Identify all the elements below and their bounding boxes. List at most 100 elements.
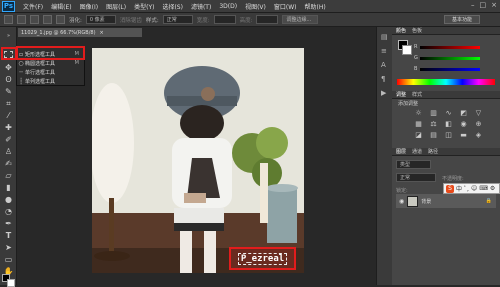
adjustment-icons: ☼ ▥ ∿ ◩ ▽ ▦ ⚖ ◧ ◉ ⊕ ◪ ▤ ◫ ▬ ◈	[414, 109, 484, 139]
toolbar-collapse-icon[interactable]: »	[3, 31, 14, 41]
layer-name: 背景	[421, 198, 432, 205]
feather-label: 羽化:	[69, 17, 82, 24]
hue-saturation-icon[interactable]: ▦	[414, 120, 423, 128]
gradient-map-icon[interactable]: ▬	[459, 131, 468, 139]
menu-view[interactable]: 视图(V)	[241, 2, 270, 11]
menu-filter[interactable]: 滤镜(T)	[187, 2, 215, 11]
dodge-tool-icon[interactable]: ◔	[3, 207, 14, 217]
threshold-icon[interactable]: ◫	[444, 131, 453, 139]
ime-toolbar[interactable]: S 中 ﾟ, ☺ ⌨ ⚙	[443, 183, 500, 194]
lasso-tool-icon[interactable]: ʘ	[3, 75, 14, 85]
menu-window[interactable]: 窗口(W)	[270, 2, 301, 11]
menu-edit[interactable]: 编辑(E)	[47, 2, 75, 11]
quick-selection-tool-icon[interactable]: ✎	[3, 87, 14, 97]
tab-swatches[interactable]: 色板	[412, 27, 422, 34]
menu-type[interactable]: 类型(Y)	[130, 2, 158, 11]
background-swatch[interactable]	[402, 45, 412, 55]
layer-row-background[interactable]: ◉ 背景 🔒	[396, 194, 496, 208]
vibrance-icon[interactable]: ▽	[474, 109, 483, 117]
tab-styles[interactable]: 样式	[412, 91, 422, 98]
history-icon[interactable]: ▤	[381, 33, 389, 41]
adjustments-panel-header: 调整 样式	[392, 91, 500, 99]
type-tool-icon[interactable]: T	[3, 231, 14, 241]
menu-help[interactable]: 帮助(H)	[301, 2, 330, 11]
tab-color[interactable]: 颜色	[396, 27, 406, 34]
close-tab-icon[interactable]: ×	[100, 30, 104, 36]
black-white-icon[interactable]: ◧	[444, 120, 453, 128]
move-tool-icon[interactable]: ✥	[3, 63, 14, 73]
marquee-tool-preset-button[interactable]	[4, 15, 13, 24]
brush-tool-icon[interactable]: ✐	[3, 135, 14, 145]
curves-icon[interactable]: ∿	[444, 109, 453, 117]
maximize-icon[interactable]: □	[480, 1, 487, 9]
gradient-tool-icon[interactable]: ▮	[3, 183, 14, 193]
flyout-item-single-column[interactable]: ┆ 单列选框工具	[17, 76, 84, 86]
width-input[interactable]	[213, 15, 236, 24]
color-balance-icon[interactable]: ⚖	[429, 120, 438, 128]
posterize-icon[interactable]: ▤	[429, 131, 438, 139]
blue-slider[interactable]	[420, 68, 480, 71]
menu-3d[interactable]: 3D(D)	[215, 3, 241, 10]
workspace-select[interactable]: 基本功能	[444, 15, 480, 24]
path-selection-tool-icon[interactable]: ➤	[3, 243, 14, 253]
document-image[interactable]	[92, 48, 304, 273]
new-selection-button[interactable]	[17, 15, 26, 24]
eye-icon[interactable]: ◉	[399, 198, 404, 205]
tab-paths[interactable]: 路径	[428, 148, 438, 155]
ime-mode-label: 中	[456, 186, 463, 193]
tab-adjustments[interactable]: 调整	[396, 91, 406, 98]
paragraph-icon[interactable]: ¶	[381, 75, 389, 83]
crop-tool-icon[interactable]: ⌗	[3, 99, 14, 109]
blend-mode-select[interactable]: 正常	[396, 173, 436, 182]
color-panel-header: 颜色 色板	[392, 27, 500, 35]
lock-icon: 🔒	[485, 198, 492, 204]
healing-brush-tool-icon[interactable]: ✚	[3, 123, 14, 133]
red-slider[interactable]	[420, 46, 480, 49]
height-input[interactable]	[256, 15, 279, 24]
width-label: 宽度:	[196, 17, 210, 24]
ime-punctuation-icon[interactable]: ﾟ,	[464, 184, 469, 193]
eraser-tool-icon[interactable]: ▱	[3, 171, 14, 181]
actions-icon[interactable]: ▶	[381, 89, 389, 97]
style-select[interactable]: 正常	[162, 15, 193, 24]
refine-edge-button[interactable]: 调整边缘...	[282, 15, 319, 24]
intersect-selection-button[interactable]	[56, 15, 65, 24]
subtract-selection-button[interactable]	[43, 15, 52, 24]
properties-icon[interactable]: ≡	[381, 47, 389, 55]
invert-icon[interactable]: ◪	[414, 131, 423, 139]
background-color-swatch[interactable]	[7, 279, 15, 287]
antialias-checkbox[interactable]: 消除锯齿	[120, 16, 142, 24]
watermark: P_ezreal	[229, 247, 296, 270]
ime-emoji-icon[interactable]: ☺	[471, 185, 477, 192]
ime-settings-icon[interactable]: ⚙	[490, 185, 495, 192]
layer-filter-select[interactable]: 类型	[396, 160, 431, 169]
green-slider[interactable]	[420, 57, 480, 60]
document-tab[interactable]: 11029_1.jpg @ 66.7%(RGB/8) ×	[18, 28, 142, 37]
clone-stamp-tool-icon[interactable]: ♙	[3, 147, 14, 157]
menu-file[interactable]: 文件(F)	[19, 2, 47, 11]
exposure-icon[interactable]: ◩	[459, 109, 468, 117]
character-icon[interactable]: A	[381, 61, 389, 69]
brightness-icon[interactable]: ☼	[414, 109, 423, 117]
add-selection-button[interactable]	[30, 15, 39, 24]
eyedropper-tool-icon[interactable]: ⁄	[3, 111, 14, 121]
history-brush-tool-icon[interactable]: ✍	[3, 159, 14, 169]
panel-icon-strip: ▤ ≡ A ¶ ▶	[376, 27, 392, 285]
color-spectrum[interactable]	[397, 79, 495, 85]
minimize-icon[interactable]: –	[471, 1, 475, 9]
menu-select[interactable]: 选择(S)	[158, 2, 187, 11]
selective-color-icon[interactable]: ◈	[474, 131, 483, 139]
shape-tool-icon[interactable]: ▭	[3, 255, 14, 265]
menu-image[interactable]: 图像(I)	[76, 2, 102, 11]
photo-filter-icon[interactable]: ◉	[459, 120, 468, 128]
tab-channels[interactable]: 通道	[412, 148, 422, 155]
channel-mixer-icon[interactable]: ⊕	[474, 120, 483, 128]
levels-icon[interactable]: ▥	[429, 109, 438, 117]
menu-layer[interactable]: 图层(L)	[102, 2, 130, 11]
close-icon[interactable]: ×	[491, 1, 497, 9]
ime-keyboard-icon[interactable]: ⌨	[479, 185, 488, 192]
pen-tool-icon[interactable]: ✒	[3, 219, 14, 229]
tab-layers[interactable]: 图层	[396, 148, 406, 155]
feather-input[interactable]: 0 像素	[85, 15, 116, 24]
blur-tool-icon[interactable]: ●	[3, 195, 14, 205]
